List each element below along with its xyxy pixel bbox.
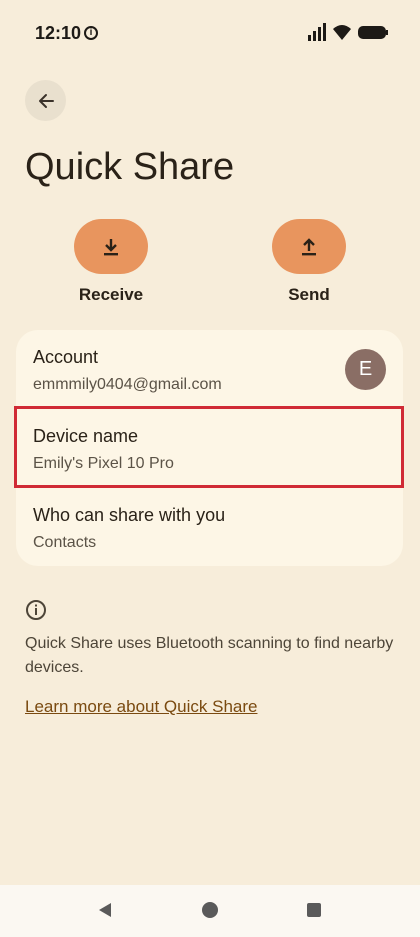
info-icon [26, 600, 46, 620]
account-title: Account [33, 347, 99, 367]
avatar[interactable]: E [345, 349, 386, 390]
status-bar: 12:10 i [0, 0, 420, 66]
send-action: Send [249, 219, 369, 305]
wifi-icon [333, 25, 351, 40]
info-text: Quick Share uses Bluetooth scanning to f… [25, 635, 394, 676]
triangle-back-icon [99, 903, 111, 917]
page-title: Quick Share [25, 146, 235, 188]
receive-label: Receive [78, 285, 144, 304]
arrow-back-icon [38, 93, 54, 108]
home-circle-icon [202, 902, 218, 918]
receive-button[interactable] [74, 219, 148, 274]
upload-icon [302, 237, 316, 255]
nav-home-button[interactable] [198, 898, 222, 922]
navigation-bar [0, 885, 420, 937]
recents-square-icon [307, 903, 321, 917]
signal-icon [308, 23, 326, 41]
receive-action: Receive [51, 219, 171, 305]
send-label: Send [288, 285, 330, 304]
status-icons [308, 23, 388, 41]
battery-icon [358, 26, 388, 39]
visibility-value: Contacts [33, 534, 97, 551]
visibility-row[interactable]: Who can share with you Contacts [33, 505, 225, 552]
account-row[interactable]: Account emmmily0404@gmail.com [33, 347, 222, 394]
status-time: 12:10 [35, 23, 82, 43]
nav-recents-button[interactable] [302, 898, 326, 922]
send-button[interactable] [272, 219, 346, 274]
highlight-box [14, 406, 404, 488]
status-info-icon: i [84, 26, 98, 40]
account-email: emmmily0404@gmail.com [33, 376, 222, 393]
nav-back-button[interactable] [93, 898, 117, 922]
download-icon [104, 238, 118, 255]
visibility-title: Who can share with you [33, 505, 226, 525]
back-button[interactable] [25, 80, 66, 121]
learn-more-link[interactable]: Learn more about Quick Share [25, 697, 257, 717]
